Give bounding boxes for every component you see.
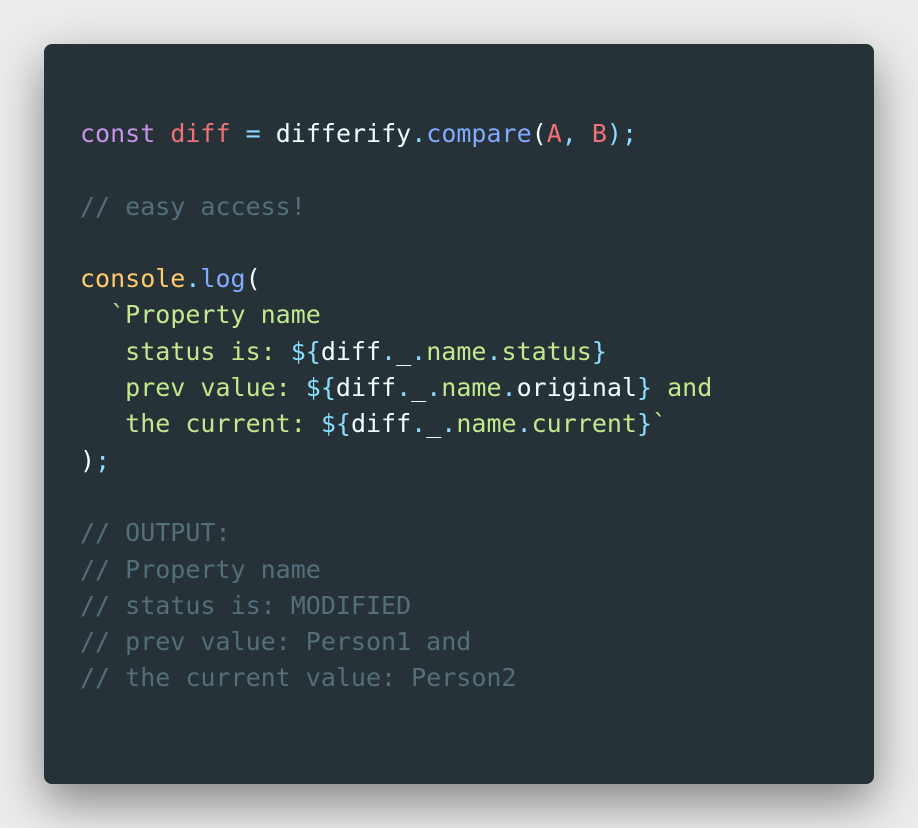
code-token-string: ` bbox=[110, 300, 126, 330]
code-token-plain: _ bbox=[396, 336, 412, 366]
code-token-punctuation: . bbox=[381, 336, 397, 366]
code-block: const diff = differify.compare(A, B);// … bbox=[80, 116, 712, 697]
code-token-comment: // the current value: Person2 bbox=[80, 663, 517, 693]
code-token-operator: ${ bbox=[305, 373, 336, 403]
code-token-string: Property name bbox=[125, 300, 321, 330]
code-line: // the current value: Person2 bbox=[80, 660, 712, 696]
code-token-string: status bbox=[501, 336, 592, 366]
code-token-operator: } bbox=[591, 336, 607, 366]
code-token-plain: diff bbox=[320, 336, 382, 366]
code-line: console.log( bbox=[80, 261, 712, 297]
code-token-comment: // status is: MODIFIED bbox=[80, 590, 412, 620]
code-token-variable: B bbox=[591, 119, 607, 148]
code-token-object: console bbox=[80, 264, 186, 294]
code-line: the current: ${diff._.name.current}` bbox=[80, 406, 712, 442]
code-token-punctuation: ; bbox=[95, 445, 111, 475]
code-token-comment: // easy access! bbox=[80, 191, 306, 221]
code-line: // Property name bbox=[80, 552, 712, 588]
code-line: ); bbox=[80, 443, 712, 479]
code-token-punctuation: . bbox=[486, 336, 502, 366]
code-token-string: and bbox=[652, 373, 713, 403]
code-token-punctuation: . bbox=[411, 119, 427, 148]
code-token-plain: ) bbox=[80, 445, 96, 475]
code-token-punctuation: . bbox=[411, 336, 427, 366]
code-token-punctuation: . bbox=[185, 264, 201, 294]
code-token-plain: _ bbox=[426, 409, 442, 439]
screenshot-stage: const diff = differify.compare(A, B);// … bbox=[0, 0, 918, 828]
code-line: // prev value: Person1 and bbox=[80, 624, 712, 660]
code-token-variable: A bbox=[546, 119, 562, 148]
code-token-plain: diff bbox=[335, 373, 397, 403]
code-token-operator: } bbox=[637, 373, 653, 403]
code-token-punctuation: , bbox=[561, 119, 592, 148]
code-token-plain: original bbox=[516, 373, 637, 403]
code-token-punctuation: . bbox=[426, 373, 442, 403]
code-token-punctuation: ); bbox=[606, 119, 638, 148]
code-line: prev value: ${diff._.name.original} and bbox=[80, 370, 712, 406]
code-token-operator: ${ bbox=[290, 336, 321, 366]
code-token-comment: // prev value: Person1 and bbox=[80, 627, 472, 657]
code-token-punctuation: . bbox=[441, 409, 457, 439]
code-token-plain: ( bbox=[531, 119, 547, 148]
code-token-string: status is: bbox=[80, 336, 291, 366]
code-token-function: compare bbox=[426, 119, 532, 148]
code-token-punctuation: . bbox=[516, 409, 532, 439]
code-token-punctuation: . bbox=[396, 373, 412, 403]
code-token-variable: diff bbox=[170, 119, 231, 148]
code-token-string: name bbox=[441, 373, 502, 403]
code-line: status is: ${diff._.name.status} bbox=[80, 334, 712, 370]
code-token-comment: // OUTPUT: bbox=[80, 518, 231, 548]
code-token-string: name bbox=[426, 336, 487, 366]
code-token-keyword: const bbox=[80, 119, 156, 148]
code-token-punctuation: . bbox=[411, 409, 427, 439]
code-token-comment: // Property name bbox=[80, 554, 321, 584]
code-token-plain: ( bbox=[245, 264, 261, 294]
code-token-operator: = bbox=[245, 119, 261, 148]
code-token-string: ` bbox=[652, 409, 668, 439]
code-token-plain: _ bbox=[411, 373, 427, 403]
code-line: // easy access! bbox=[80, 189, 712, 225]
code-token-operator: } bbox=[636, 409, 653, 439]
code-token-punctuation: . bbox=[501, 373, 517, 403]
code-token-string: name bbox=[456, 409, 517, 439]
code-token-string: prev value: bbox=[80, 373, 306, 403]
code-line: const diff = differify.compare(A, B); bbox=[80, 116, 712, 152]
code-token-operator: ${ bbox=[320, 409, 351, 439]
code-token-plain: diff bbox=[350, 409, 412, 439]
code-token-string: the current: bbox=[80, 409, 321, 439]
code-line: `Property name bbox=[80, 297, 712, 333]
code-token-string: current bbox=[531, 409, 637, 439]
code-token-function: log bbox=[200, 264, 246, 294]
code-token-plain: differify bbox=[275, 119, 412, 148]
code-window: const diff = differify.compare(A, B);// … bbox=[44, 44, 874, 784]
code-line: // status is: MODIFIED bbox=[80, 588, 712, 624]
code-line: // OUTPUT: bbox=[80, 515, 712, 551]
